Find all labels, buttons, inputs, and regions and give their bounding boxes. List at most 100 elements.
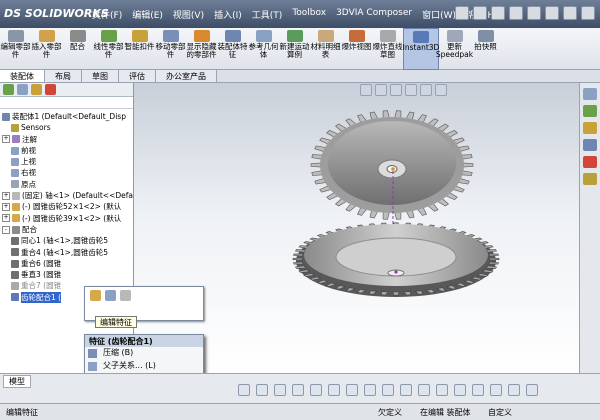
view-palette-icon[interactable]	[583, 139, 597, 151]
upper-bevel-gear[interactable]	[310, 110, 474, 220]
tool-icon-9[interactable]	[382, 384, 394, 396]
menu-item-7[interactable]: 窗口(W)	[422, 8, 456, 21]
tree-item[interactable]: 垂直3 (圆锥	[0, 269, 133, 280]
menu-item-4[interactable]: 工具(T)	[252, 8, 283, 21]
zoom-area-icon[interactable]	[375, 84, 387, 96]
graphics-area[interactable]	[134, 83, 579, 373]
tree-item[interactable]: + (-) 圆锥齿轮52×1<2> (默认	[0, 201, 133, 212]
tree-item[interactable]: + (-) 圆锥齿轮39×1<2> (默认	[0, 213, 133, 224]
save-icon[interactable]	[491, 6, 505, 20]
ribbon-button-12[interactable]: 爆炸直线草图	[372, 28, 403, 70]
tree-item[interactable]: 重合4 (轴<1>,圆锥齿轮5	[0, 247, 133, 258]
ribbon-button-3[interactable]: 线性零部件	[93, 28, 124, 70]
new-file-icon[interactable]	[455, 6, 469, 20]
tool-icon-17[interactable]	[526, 384, 538, 396]
context-menu-item[interactable]: 父子关系... (L)	[85, 360, 203, 373]
status-custom[interactable]: 自定义	[488, 407, 512, 418]
ribbon-button-7[interactable]: 装配体特征	[217, 28, 248, 70]
tab-model[interactable]: 模型	[3, 375, 31, 388]
custom-properties-icon[interactable]	[583, 173, 597, 185]
suppress-icon[interactable]	[105, 290, 116, 301]
appearance-tab-icon[interactable]	[45, 84, 56, 95]
tool-icon-12[interactable]	[436, 384, 448, 396]
gear-assembly-model[interactable]	[134, 83, 579, 373]
tab-0[interactable]: 装配体	[0, 70, 45, 82]
ribbon-button-13[interactable]: Instant3D	[403, 28, 439, 70]
tool-icon-10[interactable]	[400, 384, 412, 396]
tree-item[interactable]: 重合6 (圆锥	[0, 258, 133, 269]
expand-toggle-icon[interactable]: +	[2, 135, 10, 144]
tab-3[interactable]: 评估	[119, 70, 156, 82]
context-menu-item[interactable]: 压缩 (B)	[85, 347, 203, 360]
tool-icon-3[interactable]	[274, 384, 286, 396]
tree-item[interactable]: 上视	[0, 156, 133, 167]
section-view-icon[interactable]	[405, 84, 417, 96]
expand-toggle-icon[interactable]: +	[2, 191, 10, 200]
ribbon-button-1[interactable]: 插入零部件	[31, 28, 62, 70]
menu-item-2[interactable]: 视图(V)	[173, 8, 204, 21]
tree-item[interactable]: - 配合	[0, 224, 133, 235]
tree-item[interactable]: 前视	[0, 145, 133, 156]
resources-icon[interactable]	[583, 88, 597, 100]
expand-toggle-icon[interactable]: +	[2, 203, 10, 212]
appearances-icon[interactable]	[583, 156, 597, 168]
options-icon[interactable]	[581, 6, 595, 20]
tool-icon-1[interactable]	[238, 384, 250, 396]
ribbon-button-15[interactable]: 拍快照	[470, 28, 501, 70]
tree-item[interactable]: Sensors	[0, 122, 133, 133]
ribbon-button-0[interactable]: 编辑零部件	[0, 28, 31, 70]
tab-4[interactable]: 办公室产品	[156, 70, 217, 82]
tab-2[interactable]: 草图	[82, 70, 119, 82]
tree-item[interactable]: 原点	[0, 179, 133, 190]
menu-item-0[interactable]: 文件(F)	[92, 8, 122, 21]
ribbon-button-14[interactable]: 更新Speedpak	[436, 28, 473, 70]
zoom-fit-icon[interactable]	[360, 84, 372, 96]
tool-icon-14[interactable]	[472, 384, 484, 396]
tree-item[interactable]: 右视	[0, 167, 133, 178]
tool-icon-5[interactable]	[310, 384, 322, 396]
ribbon-button-8[interactable]: 参考几何体	[248, 28, 279, 70]
display-style-icon[interactable]	[435, 84, 447, 96]
previous-view-icon[interactable]	[390, 84, 402, 96]
design-library-icon[interactable]	[583, 105, 597, 117]
tool-icon-11[interactable]	[418, 384, 430, 396]
tree-item[interactable]: + 注解	[0, 134, 133, 145]
view-orientation-icon[interactable]	[420, 84, 432, 96]
tool-icon-8[interactable]	[364, 384, 376, 396]
file-explorer-icon[interactable]	[583, 122, 597, 134]
tool-icon-15[interactable]	[490, 384, 502, 396]
print-icon[interactable]	[509, 6, 523, 20]
ribbon-button-5[interactable]: 移动零部件	[155, 28, 186, 70]
menu-item-1[interactable]: 编辑(E)	[132, 8, 163, 21]
tree-filter[interactable]	[0, 97, 133, 109]
hide-icon[interactable]	[120, 290, 131, 301]
edit-feature-icon[interactable]	[90, 290, 101, 301]
tree-item[interactable]: 同心1 (轴<1>,圆锥齿轮5	[0, 235, 133, 246]
config-manager-tab-icon[interactable]	[31, 84, 42, 95]
ribbon-button-10[interactable]: 材料明细表	[310, 28, 341, 70]
ribbon-button-2[interactable]: 配合	[62, 28, 93, 70]
ribbon-button-9[interactable]: 新建运动算例	[279, 28, 310, 70]
feature-tree-tab-icon[interactable]	[3, 84, 14, 95]
menu-item-6[interactable]: 3DVIA Composer	[336, 8, 412, 21]
tool-icon-16[interactable]	[508, 384, 520, 396]
tool-icon-2[interactable]	[256, 384, 268, 396]
menu-item-3[interactable]: 插入(I)	[214, 8, 242, 21]
ribbon-button-6[interactable]: 显示隐藏的零部件	[186, 28, 217, 70]
open-file-icon[interactable]	[473, 6, 487, 20]
ribbon-button-11[interactable]: 爆炸视图	[341, 28, 372, 70]
undo-icon[interactable]	[527, 6, 541, 20]
lower-bevel-gear[interactable]	[292, 222, 500, 297]
tab-1[interactable]: 布局	[45, 70, 82, 82]
select-icon[interactable]	[545, 6, 559, 20]
expand-toggle-icon[interactable]: +	[2, 214, 10, 223]
tree-item[interactable]: + (固定) 轴<1> (Default<<Defa	[0, 190, 133, 201]
tool-icon-13[interactable]	[454, 384, 466, 396]
rebuild-icon[interactable]	[563, 6, 577, 20]
tool-icon-7[interactable]	[346, 384, 358, 396]
tool-icon-6[interactable]	[328, 384, 340, 396]
property-manager-tab-icon[interactable]	[17, 84, 28, 95]
tree-item[interactable]: 装配体1 (Default<Default_Disp	[0, 111, 133, 122]
expand-toggle-icon[interactable]: -	[2, 225, 10, 234]
tool-icon-4[interactable]	[292, 384, 304, 396]
